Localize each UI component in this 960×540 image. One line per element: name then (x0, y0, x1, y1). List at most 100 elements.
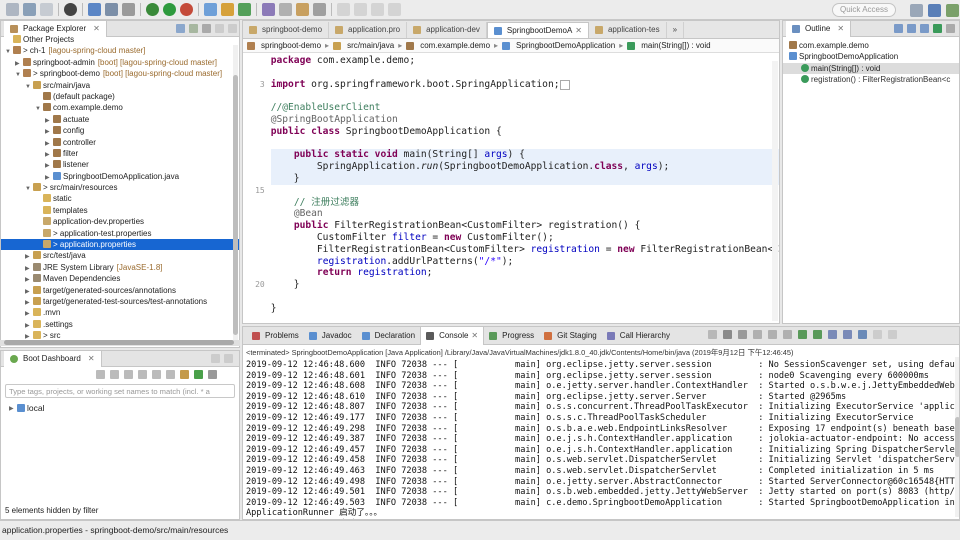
editor-tab[interactable]: application-dev (407, 22, 487, 38)
maximize-icon[interactable] (228, 24, 237, 33)
minimize-icon[interactable] (215, 24, 224, 33)
link-editor-icon[interactable] (189, 24, 198, 33)
horizontal-scrollbar[interactable] (0, 340, 240, 346)
view-menu-icon[interactable] (208, 370, 217, 379)
tree-item[interactable]: static (1, 193, 239, 204)
tree-item[interactable]: ▶ .settings (1, 319, 239, 330)
close-icon[interactable]: ✕ (471, 331, 478, 340)
tree-item[interactable]: > application-test.properties (1, 228, 239, 239)
breadcrumb-item[interactable]: src/main/java (347, 41, 394, 50)
breadcrumb-item[interactable]: SpringbootDemoApplication (516, 41, 615, 50)
tree-item[interactable]: ▶ controller (1, 137, 239, 148)
new-package-icon[interactable] (221, 3, 234, 16)
show-on-error-icon[interactable] (813, 330, 822, 339)
maximize-icon[interactable] (888, 330, 897, 339)
outline-item[interactable]: SpringbootDemoApplication (783, 51, 959, 62)
tree-item[interactable]: ▶ .mvn (1, 307, 239, 318)
tree-item[interactable]: ▶ JRE System Library [JavaSE-1.8] (1, 262, 239, 273)
scroll-lock-icon[interactable] (768, 330, 777, 339)
print-icon[interactable] (40, 3, 53, 16)
new-file-icon[interactable] (6, 3, 19, 16)
outline-item[interactable]: main(String[]) : void (783, 62, 959, 75)
breadcrumb-item[interactable]: com.example.demo (420, 41, 490, 50)
new-java-project-icon[interactable] (204, 3, 217, 16)
pin-icon[interactable] (313, 3, 326, 16)
tab-javadoc[interactable]: Javadoc (304, 327, 357, 345)
run-icon[interactable] (163, 3, 176, 16)
maximize-icon[interactable] (224, 354, 233, 363)
editor-tab[interactable]: application.pro (329, 22, 408, 38)
stop-icon[interactable] (124, 370, 133, 379)
back-icon[interactable] (371, 3, 384, 16)
filter-icon[interactable] (180, 370, 189, 379)
open-console-icon[interactable] (858, 330, 867, 339)
debug-restart-icon[interactable] (110, 370, 119, 379)
tab-call-hierarchy[interactable]: Call Hierarchy (602, 327, 675, 345)
minimize-icon[interactable] (873, 330, 882, 339)
java-perspective-icon[interactable] (928, 4, 941, 17)
collapse-all-icon[interactable] (176, 24, 185, 33)
boot-dashboard-local-row[interactable]: ▶ local (1, 401, 239, 415)
scrollbar-thumb[interactable] (4, 340, 234, 345)
editor-tab[interactable]: SpringbootDemoA ✕ (486, 22, 589, 39)
console-scrollbar[interactable] (955, 357, 959, 517)
tree-item[interactable]: templates (1, 205, 239, 216)
clear-console-icon[interactable] (753, 330, 762, 339)
tab-progress[interactable]: Progress (484, 327, 539, 345)
scrollbar-thumb[interactable] (233, 75, 238, 335)
editor-tab[interactable]: » (667, 22, 685, 38)
show-on-output-icon[interactable] (798, 330, 807, 339)
minimize-icon[interactable] (211, 354, 220, 363)
package-explorer-scrollbar[interactable] (233, 45, 238, 345)
tree-item[interactable]: ▶ target/generated-test-sources/test-anno… (1, 296, 239, 307)
outline-item[interactable]: registration() : FilterRegistrationBean<… (783, 74, 959, 85)
tree-item[interactable]: ▼ > springboot-demo [boot] [lagou-spring-c… (1, 68, 239, 79)
close-icon[interactable]: ✕ (575, 23, 582, 39)
settings-icon[interactable] (166, 370, 175, 379)
scrollbar-thumb[interactable] (955, 417, 959, 457)
view-menu-icon[interactable] (946, 24, 955, 33)
code-area[interactable]: package com.example.demo; import org.spr… (269, 55, 779, 323)
view-menu-icon[interactable] (202, 24, 211, 33)
perspective-icon[interactable] (910, 4, 923, 17)
tree-item[interactable]: ▼ > ch-1 [lagou-spring-cloud master] (1, 45, 239, 56)
tab-declaration[interactable]: Declaration (357, 327, 420, 345)
filter-input[interactable]: Type tags, projects, or working set name… (5, 384, 235, 398)
tab-outline[interactable]: Outline ✕ (786, 21, 852, 37)
close-icon[interactable]: ✕ (837, 21, 844, 37)
tree-item[interactable]: > application.properties (1, 239, 239, 251)
next-annotation-icon[interactable] (337, 3, 350, 16)
editor-overview-ruler[interactable] (772, 61, 778, 321)
tree-item[interactable]: ▼ src/main/java (1, 80, 239, 91)
remove-all-icon[interactable] (738, 330, 747, 339)
tab-git-staging[interactable]: Git Staging (539, 327, 602, 345)
annotation-icon[interactable] (296, 3, 309, 16)
tree-item[interactable]: ▶ springboot-admin [boot] [lagou-spring-cl… (1, 57, 239, 68)
tree-item[interactable]: (default package) (1, 91, 239, 102)
chevron-right-icon[interactable]: ▶ (9, 405, 17, 412)
tree-item[interactable]: ▶ target/generated-sources/annotations (1, 285, 239, 296)
search-icon[interactable] (279, 3, 292, 16)
tab-console[interactable]: Console ✕ (420, 327, 485, 345)
tree-item[interactable]: ▶ config (1, 125, 239, 136)
restart-icon[interactable] (96, 370, 105, 379)
tree-item[interactable]: application-dev.properties (1, 216, 239, 227)
outline-item[interactable]: com.example.demo (783, 40, 959, 51)
tree-item[interactable]: ▶ filter (1, 148, 239, 159)
tree-item[interactable]: ▶ actuate (1, 114, 239, 125)
display-console-icon[interactable] (843, 330, 852, 339)
console-output[interactable]: 2019-09-12 12:46:48.600 INFO 72038 --- [… (243, 360, 959, 519)
open-browser-icon[interactable] (138, 370, 147, 379)
skip-breakpoints-icon[interactable] (122, 3, 135, 16)
forward-icon[interactable] (388, 3, 401, 16)
tree-item[interactable]: ▶ src/test/java (1, 250, 239, 261)
pin-console-icon[interactable] (828, 330, 837, 339)
editor-tab[interactable]: application-tes (589, 22, 667, 38)
tab-boot-dashboard[interactable]: Boot Dashboard ✕ (4, 350, 102, 367)
open-console-icon[interactable] (152, 370, 161, 379)
window-icon[interactable] (105, 3, 118, 16)
previous-annotation-icon[interactable] (354, 3, 367, 16)
close-icon[interactable]: ✕ (88, 351, 95, 367)
tree-item[interactable]: Other Projects (1, 34, 239, 45)
tab-problems[interactable]: Problems (247, 327, 304, 345)
